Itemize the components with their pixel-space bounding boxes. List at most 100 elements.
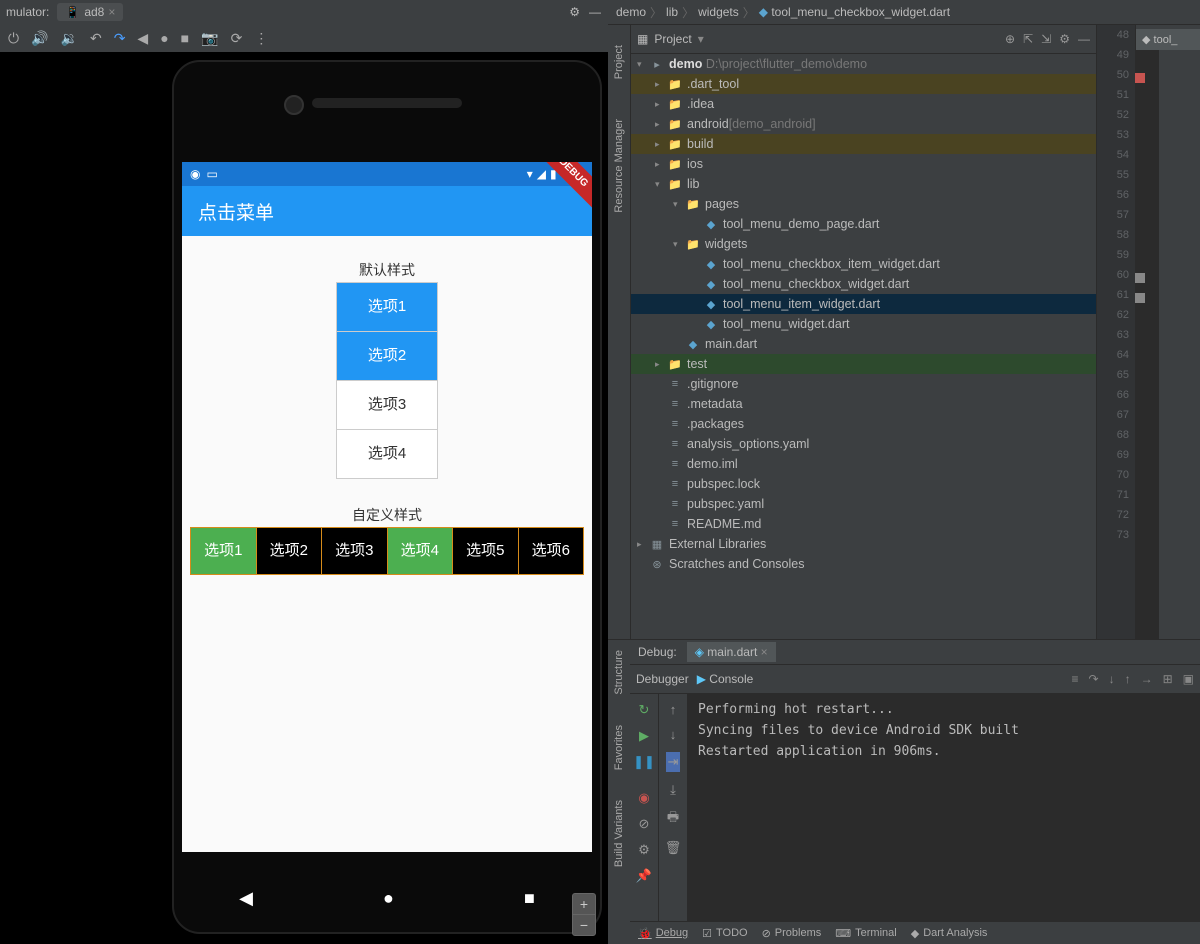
tree-row[interactable]: ▾▸demo D:\project\flutter_demo\demo xyxy=(631,54,1096,74)
camera-icon[interactable]: 📷 xyxy=(201,30,218,47)
bottom-tab[interactable]: ◆Dart Analysis xyxy=(911,927,988,940)
breadcrumb-item[interactable]: demo xyxy=(616,5,646,19)
side-tab[interactable]: Favorites xyxy=(613,725,625,770)
print-icon[interactable]: 🖶 xyxy=(667,808,679,830)
editor-tab[interactable]: ◆ tool_ xyxy=(1136,29,1200,50)
step-over-icon[interactable]: ↷ xyxy=(1089,672,1099,686)
up-icon[interactable]: ↑ xyxy=(670,702,677,717)
settings-icon[interactable]: ⚙ xyxy=(638,842,650,858)
tree-row[interactable]: ◆main.dart xyxy=(631,334,1096,354)
menu-item[interactable]: 选项1 xyxy=(191,528,257,574)
project-panel-header[interactable]: ▦ Project ▾ ⊕ ⇱ ⇲ ⚙ — xyxy=(631,25,1096,54)
gear-icon[interactable]: ⚙ xyxy=(569,5,580,19)
expand-icon[interactable]: ⇲ xyxy=(1041,32,1051,46)
tree-row[interactable]: ◆tool_menu_item_widget.dart xyxy=(631,294,1096,314)
tree-row[interactable]: ◆tool_menu_checkbox_widget.dart xyxy=(631,274,1096,294)
emulator-device-tab[interactable]: 📱 ad8 × xyxy=(57,3,123,21)
menu-item[interactable]: 选项3 xyxy=(337,381,437,430)
pin-icon[interactable]: 📌 xyxy=(636,868,652,884)
close-icon[interactable]: × xyxy=(108,5,115,19)
soft-wrap-icon[interactable]: ⇥ xyxy=(666,752,681,772)
rotate-right-icon[interactable]: ↷ xyxy=(114,30,126,47)
nav-back-icon[interactable]: ◀ xyxy=(239,888,253,909)
nav-home-icon[interactable]: ● xyxy=(383,888,394,909)
tree-row[interactable]: ◆tool_menu_checkbox_item_widget.dart xyxy=(631,254,1096,274)
debug-run-tab[interactable]: ◈ main.dart × xyxy=(687,642,776,662)
menu-item[interactable]: 选项1 xyxy=(337,283,437,332)
close-icon[interactable]: × xyxy=(761,645,768,659)
tree-row[interactable]: ▸📁ios xyxy=(631,154,1096,174)
bottom-tab[interactable]: 🐞Debug xyxy=(638,927,688,940)
menu-item[interactable]: 选项4 xyxy=(337,430,437,478)
tree-row[interactable]: ≡pubspec.yaml xyxy=(631,494,1096,514)
run-to-cursor-icon[interactable]: → xyxy=(1141,672,1153,686)
bottom-tab[interactable]: ☑TODO xyxy=(702,927,747,940)
tree-row[interactable]: ≡pubspec.lock xyxy=(631,474,1096,494)
tree-row[interactable]: ≡.packages xyxy=(631,414,1096,434)
tree-row[interactable]: ≡.gitignore xyxy=(631,374,1096,394)
zoom-in-button[interactable]: + xyxy=(573,894,595,915)
breadcrumb-item[interactable]: widgets xyxy=(698,5,739,19)
tree-row[interactable]: ≡analysis_options.yaml xyxy=(631,434,1096,454)
menu-item[interactable]: 选项2 xyxy=(257,528,323,574)
tree-row[interactable]: ▸📁.dart_tool xyxy=(631,74,1096,94)
volume-up-icon[interactable]: 🔊 xyxy=(31,30,48,47)
record-icon[interactable]: ● xyxy=(160,30,168,46)
tree-row[interactable]: ≡README.md xyxy=(631,514,1096,534)
console-output[interactable]: Performing hot restart... Syncing files … xyxy=(688,694,1200,921)
resume-icon[interactable]: ▶ xyxy=(639,728,649,744)
zoom-out-button[interactable]: − xyxy=(573,915,595,935)
step-out-icon[interactable]: ↑ xyxy=(1125,672,1131,686)
evaluate-icon[interactable]: ⊞ xyxy=(1163,672,1173,686)
minimize-icon[interactable]: — xyxy=(588,5,602,19)
console-tab[interactable]: ▶ Console xyxy=(697,672,754,686)
tree-row[interactable]: ▸📁build xyxy=(631,134,1096,154)
hide-icon[interactable]: — xyxy=(1078,32,1090,46)
tree-row[interactable]: ▸📁android [demo_android] xyxy=(631,114,1096,134)
clear-icon[interactable]: 🗑 xyxy=(665,840,682,856)
tree-row[interactable]: ≡.metadata xyxy=(631,394,1096,414)
scroll-to-end-icon[interactable]: ⤓ xyxy=(670,782,676,798)
tree-row[interactable]: ▾📁pages xyxy=(631,194,1096,214)
breadcrumb-item[interactable]: lib xyxy=(666,5,678,19)
editor-body[interactable] xyxy=(1135,50,1159,639)
menu-item[interactable]: 选项5 xyxy=(453,528,519,574)
rotate-left-icon[interactable]: ↶ xyxy=(90,30,102,47)
view-breakpoints-icon[interactable]: ◉ xyxy=(638,790,649,806)
power-icon[interactable]: ⏻ xyxy=(8,30,19,47)
volume-down-icon[interactable]: 🔉 xyxy=(61,30,78,47)
down-icon[interactable]: ↓ xyxy=(670,727,677,742)
target-icon[interactable]: ⊕ xyxy=(1005,32,1015,46)
menu-item[interactable]: 选项6 xyxy=(519,528,584,574)
menu-item[interactable]: 选项4 xyxy=(388,528,454,574)
align-icon[interactable]: ≡ xyxy=(1072,672,1079,686)
bottom-tab[interactable]: ⌨Terminal xyxy=(835,927,896,940)
pause-icon[interactable]: ❚❚ xyxy=(633,754,655,770)
tree-row[interactable]: ▸📁test xyxy=(631,354,1096,374)
tree-row[interactable]: ⊛Scratches and Consoles xyxy=(631,554,1096,574)
stop-icon[interactable]: ■ xyxy=(181,30,189,46)
collapse-icon[interactable]: ⇱ xyxy=(1023,32,1033,46)
more-icon[interactable]: ▣ xyxy=(1183,672,1194,686)
tree-row[interactable]: ≡demo.iml xyxy=(631,454,1096,474)
tree-row[interactable]: ▾📁lib xyxy=(631,174,1096,194)
side-tab[interactable]: Resource Manager xyxy=(613,119,625,213)
more-icon[interactable]: ⋮ xyxy=(254,30,268,47)
nav-recent-icon[interactable]: ■ xyxy=(524,888,535,909)
tree-row[interactable]: ▸▦External Libraries xyxy=(631,534,1096,554)
back-icon[interactable]: ◀ xyxy=(137,30,148,47)
menu-item[interactable]: 选项3 xyxy=(322,528,388,574)
side-tab[interactable]: Project xyxy=(613,45,625,79)
rerun-icon[interactable]: ↻ xyxy=(639,702,650,718)
tree-row[interactable]: ◆tool_menu_demo_page.dart xyxy=(631,214,1096,234)
debugger-tab[interactable]: Debugger xyxy=(636,672,689,686)
side-tab[interactable]: Structure xyxy=(613,650,625,695)
settings-icon[interactable]: ⚙ xyxy=(1059,32,1070,46)
side-tab[interactable]: Build Variants xyxy=(613,800,625,867)
mute-breakpoints-icon[interactable]: ⊘ xyxy=(639,816,650,832)
reload-icon[interactable]: ⟳ xyxy=(231,30,243,47)
bottom-tab[interactable]: ⊘Problems xyxy=(762,927,822,940)
dropdown-icon[interactable]: ▾ xyxy=(698,32,704,46)
breadcrumb-item[interactable]: ◆ tool_menu_checkbox_widget.dart xyxy=(759,5,950,19)
tree-row[interactable]: ▾📁widgets xyxy=(631,234,1096,254)
